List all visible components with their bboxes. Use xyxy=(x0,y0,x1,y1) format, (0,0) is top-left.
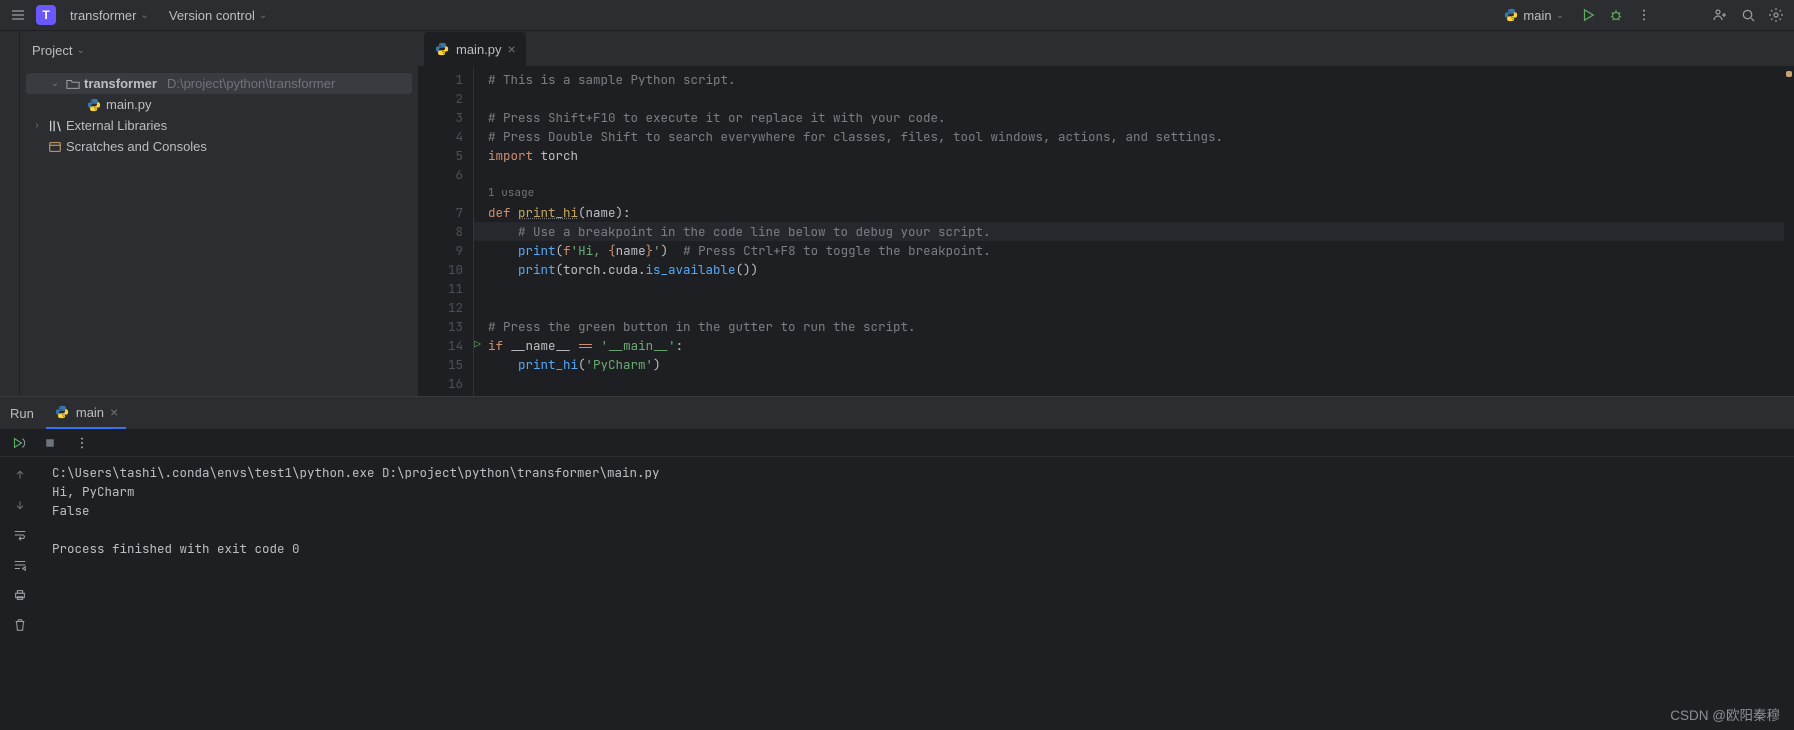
top-bar: T transformer ⌄ Version control ⌄ main ⌄ xyxy=(0,0,1794,30)
editor-area: main.py × 1234567891011121314▷1516 # Thi… xyxy=(418,31,1794,396)
tree-scratches[interactable]: Scratches and Consoles xyxy=(26,136,412,157)
settings-icon[interactable] xyxy=(1766,5,1786,25)
python-icon xyxy=(54,404,70,420)
vc-dropdown[interactable]: Version control ⌄ xyxy=(163,6,273,25)
run-body: C:\Users\tashi\.conda\envs\test1\python.… xyxy=(0,457,1794,730)
run-side-toolbar xyxy=(0,457,40,730)
main-menu-icon[interactable] xyxy=(8,5,28,25)
code-line[interactable]: # Press Double Shift to search everywher… xyxy=(488,127,1770,146)
code-line[interactable] xyxy=(488,279,1770,298)
chevron-right-icon: › xyxy=(30,120,44,131)
folder-icon xyxy=(66,77,80,91)
run-toolbar xyxy=(0,429,1794,457)
left-tool-strip[interactable] xyxy=(0,31,20,396)
project-name: transformer xyxy=(70,8,136,23)
print-icon[interactable] xyxy=(10,585,30,605)
editor-body: 1234567891011121314▷1516 # This is a sam… xyxy=(418,67,1794,396)
watermark: CSDN @欧阳秦穆 xyxy=(1670,704,1780,724)
tree-root-name: transformer xyxy=(84,76,157,91)
tree-root[interactable]: ⌄ transformer D:\project\python\transfor… xyxy=(26,73,412,94)
code-line[interactable]: print(f'Hi, {name}') # Press Ctrl+F8 to … xyxy=(488,241,1770,260)
python-icon xyxy=(434,41,450,57)
run-button[interactable] xyxy=(1578,5,1598,25)
code-with-me-icon[interactable] xyxy=(1710,5,1730,25)
editor-tab[interactable]: main.py × xyxy=(424,32,526,66)
code-line[interactable]: print_hi('PyCharm') xyxy=(488,355,1770,374)
chevron-down-icon: ⌄ xyxy=(259,10,267,21)
project-header[interactable]: Project ⌄ xyxy=(20,31,418,69)
code-line[interactable]: # Press Shift+F10 to execute it or repla… xyxy=(488,108,1770,127)
editor-tab-name: main.py xyxy=(456,42,502,57)
stop-icon[interactable] xyxy=(40,433,60,453)
code-line[interactable]: # Use a breakpoint in the code line belo… xyxy=(474,222,1784,241)
vc-label: Version control xyxy=(169,8,255,23)
editor-scrollbar[interactable] xyxy=(1784,67,1794,396)
rerun-icon[interactable] xyxy=(8,433,28,453)
code-line[interactable]: if __name__ == '__main__': xyxy=(488,336,1770,355)
scroll-end-icon[interactable] xyxy=(10,555,30,575)
editor-gutter[interactable]: 1234567891011121314▷1516 xyxy=(418,67,474,396)
tree-external-libraries[interactable]: › External Libraries xyxy=(26,115,412,136)
run-console[interactable]: C:\Users\tashi\.conda\envs\test1\python.… xyxy=(40,457,1794,730)
run-tab-name: main xyxy=(76,405,104,420)
chevron-down-icon: ⌄ xyxy=(76,45,84,56)
project-tree: ⌄ transformer D:\project\python\transfor… xyxy=(20,69,418,161)
code-line[interactable] xyxy=(488,374,1770,393)
python-icon xyxy=(1503,7,1519,23)
code-line[interactable]: # Press the green button in the gutter t… xyxy=(488,317,1770,336)
scratch-icon xyxy=(48,140,62,154)
softwrap-icon[interactable] xyxy=(10,525,30,545)
editor-tab-bar: main.py × xyxy=(418,31,1794,67)
tree-file-name: main.py xyxy=(106,97,152,112)
tree-root-path: D:\project\python\transformer xyxy=(167,76,335,91)
up-icon[interactable] xyxy=(10,465,30,485)
project-dropdown[interactable]: transformer ⌄ xyxy=(64,6,155,25)
run-tab[interactable]: main × xyxy=(46,397,126,429)
close-icon[interactable]: × xyxy=(110,404,118,420)
code-line[interactable]: import torch xyxy=(488,146,1770,165)
chevron-down-icon: ⌄ xyxy=(140,10,148,21)
run-panel-label: Run xyxy=(10,406,34,421)
close-icon[interactable]: × xyxy=(508,41,516,57)
run-tab-bar: Run main × xyxy=(0,397,1794,429)
editor-code[interactable]: # This is a sample Python script. # Pres… xyxy=(474,67,1784,396)
run-config-name: main xyxy=(1523,8,1551,23)
chevron-down-icon: ⌄ xyxy=(1556,10,1564,21)
tree-external-label: External Libraries xyxy=(66,118,167,133)
project-badge: T xyxy=(36,5,56,25)
code-line[interactable]: # This is a sample Python script. xyxy=(488,70,1770,89)
main-area: Project ⌄ ⌄ transformer D:\project\pytho… xyxy=(0,30,1794,396)
code-line[interactable]: print(torch.cuda.is_available()) xyxy=(488,260,1770,279)
project-title: Project xyxy=(32,43,72,58)
search-icon[interactable] xyxy=(1738,5,1758,25)
run-config-dropdown[interactable]: main ⌄ xyxy=(1497,5,1570,25)
code-line[interactable]: def print_hi(name): xyxy=(488,203,1770,222)
code-line[interactable] xyxy=(488,165,1770,184)
code-line[interactable] xyxy=(488,89,1770,108)
more-icon[interactable] xyxy=(72,433,92,453)
code-line[interactable] xyxy=(488,298,1770,317)
warning-marker-icon xyxy=(1786,71,1792,77)
python-icon xyxy=(86,97,102,113)
run-panel: Run main × C:\Users\tashi\.conda\env xyxy=(0,396,1794,730)
project-panel: Project ⌄ ⌄ transformer D:\project\pytho… xyxy=(20,31,418,396)
trash-icon[interactable] xyxy=(10,615,30,635)
usages-hint[interactable]: 1 usage xyxy=(488,184,1770,203)
library-icon xyxy=(48,119,62,133)
more-actions-icon[interactable] xyxy=(1634,5,1654,25)
tree-scratches-label: Scratches and Consoles xyxy=(66,139,207,154)
down-icon[interactable] xyxy=(10,495,30,515)
tree-file[interactable]: main.py xyxy=(26,94,412,115)
debug-button[interactable] xyxy=(1606,5,1626,25)
chevron-down-icon: ⌄ xyxy=(48,78,62,89)
